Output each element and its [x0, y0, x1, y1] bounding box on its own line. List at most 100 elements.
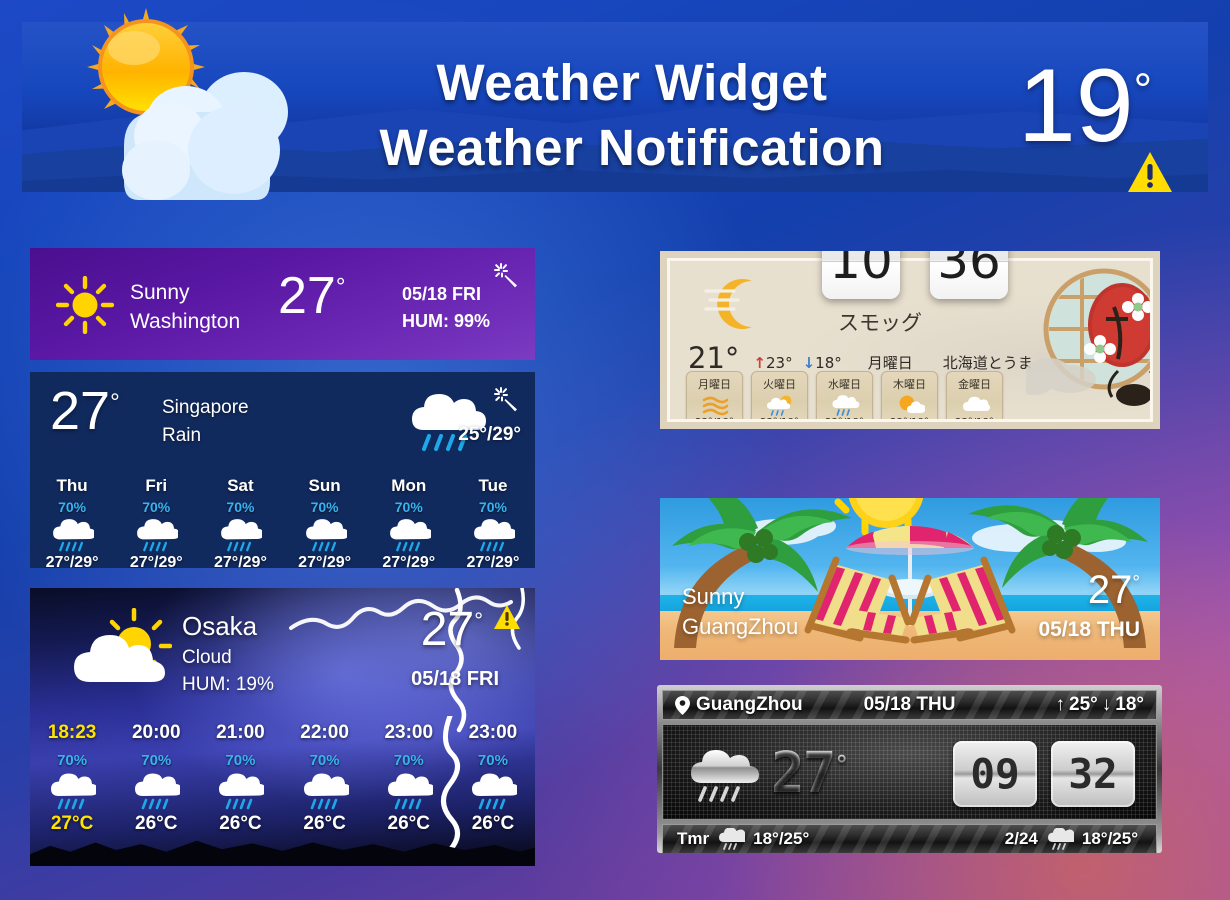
japan-inner-frame: スモッグ 21° ↑23° ↓18° 月曜日 北海道とうま 月曜日23°/18°… [667, 258, 1153, 422]
japan-forecast-card: 木曜日 23°/18° [881, 371, 938, 419]
japan-forecast-cards: 月曜日 23°/18° 火曜日 23°/18° 水曜日 23°/18° 木曜日 23°/18°… [686, 371, 1003, 419]
hourly-temp: 26°C [219, 813, 262, 834]
sun-rain-icon [765, 394, 795, 416]
washington-temperature: 27° [278, 267, 346, 325]
forecast-precip: 70% [142, 499, 171, 515]
japan-temperature: 21° [688, 341, 740, 375]
metal-top-bar: GuangZhou 05/18 THU ↑ 25° ↓ 18° [662, 690, 1157, 720]
japan-high: ↑23° [753, 354, 793, 372]
forecast-day-label: Sat [227, 476, 254, 495]
singapore-temperature: 27° [50, 381, 120, 441]
rain-cloud-icon [471, 773, 519, 810]
hourly-cell: 23:00 70% 26°C [451, 722, 535, 835]
washington-date: 05/18 FRI [402, 284, 482, 304]
forecast-day-label: Tue [478, 476, 508, 495]
rain-cloud-icon [53, 519, 96, 552]
widget-singapore[interactable]: 27° Singapore Rain 25°/29° Thu 70% 27°/29°… [30, 372, 535, 568]
hourly-precip: 70% [393, 752, 424, 769]
metal-low: 18° [1115, 694, 1144, 715]
header-temperature: 19° [1018, 54, 1152, 158]
japan-forecast-day: 月曜日 [698, 378, 731, 391]
rain-cloud-icon [385, 770, 435, 810]
metal-clock-hours[interactable]: 09 [953, 741, 1037, 807]
japan-forecast-day: 木曜日 [893, 378, 926, 391]
japan-forecast-temps: 23°/18° [687, 417, 742, 419]
hourly-cell: 22:00 70% 26°C [283, 722, 367, 835]
hourly-temp: 26°C [471, 813, 515, 834]
hourly-temp: 26°C [135, 813, 178, 834]
warning-triangle-icon [494, 605, 520, 629]
magic-wand-icon[interactable] [493, 262, 519, 288]
widget-washington[interactable]: Sunny Washington 27° 05/18 FRI HUM: 99% [30, 248, 535, 360]
hourly-time: 21:00 [216, 722, 265, 743]
forecast-day-cell: Tue 70% 27°/29° [451, 476, 535, 568]
sun-behind-cloud-icon [895, 394, 926, 416]
osaka-temperature: 27° [420, 603, 483, 656]
osaka-city: Osaka [182, 611, 258, 641]
metal-tomorrow-label: Tmr [677, 829, 710, 848]
hourly-cell: 23:00 70% 26°C [367, 722, 451, 835]
japan-clock-minutes[interactable]: 36 [930, 251, 1008, 299]
magic-wand-icon[interactable] [493, 386, 519, 412]
beach-city: GuangZhou [682, 614, 799, 639]
forecast-precip: 70% [58, 499, 87, 515]
rain-cloud-icon [469, 770, 519, 810]
washington-condition-block: Sunny Washington [130, 278, 240, 336]
hourly-cell: 20:00 70% 26°C [114, 722, 198, 835]
japan-forecast-temps: 23°/18° [817, 417, 872, 419]
hourly-temp: 26°C [303, 813, 346, 834]
osaka-hourly-row: 18:23 70% 27°C 20:00 70% 26°C 21:00 70% 26°C 22:0… [30, 722, 535, 835]
beach-temperature-value: 27 [1087, 568, 1133, 612]
japan-clock-hours[interactable]: 10 [822, 251, 900, 299]
beach-temperature: 27° [1087, 568, 1140, 612]
rain-cloud-icon [50, 516, 96, 552]
rain-cloud-icon [301, 770, 351, 810]
rain-cloud-icon [51, 773, 99, 810]
japan-forecast-card: 金曜日 23°/18° [946, 371, 1003, 419]
rain-cloud-icon [1047, 828, 1074, 850]
washington-humidity: HUM: 99% [402, 311, 491, 331]
forecast-day-cell: Thu 70% 27°/29° [30, 476, 114, 568]
widget-metal-clock[interactable]: GuangZhou 05/18 THU ↑ 25° ↓ 18° 27° 09 32 … [657, 685, 1162, 853]
rain-cloud-icon [389, 519, 433, 552]
rain-cloud-icon [303, 773, 351, 810]
hourly-time: 18:23 [47, 722, 97, 743]
forecast-day-label: Mon [391, 476, 427, 495]
japan-weekday: 月曜日 [867, 354, 913, 372]
japan-forecast-day: 水曜日 [828, 378, 861, 391]
japan-forecast-card: 水曜日 23°/18° [816, 371, 873, 419]
widget-japan[interactable]: スモッグ 21° ↑23° ↓18° 月曜日 北海道とうま 月曜日23°/18°… [660, 251, 1160, 429]
japan-forecast-temps: 23°/18° [752, 417, 807, 419]
metal-range: ↑ 25° ↓ 18° [1056, 694, 1144, 716]
haze-icon [700, 394, 730, 416]
rain-cloud-icon [137, 519, 180, 552]
widget-beach[interactable]: Sunny GuangZhou 27° 05/18 THU [660, 498, 1160, 660]
beach-condition: Sunny [682, 584, 745, 609]
metal-clock-minutes[interactable]: 32 [1051, 741, 1135, 807]
rain-cloud-icon [305, 519, 348, 552]
osaka-detail-block: Cloud HUM: 19% [182, 644, 274, 698]
washington-temperature-value: 27 [278, 267, 336, 325]
metal-high: 25° [1069, 694, 1098, 715]
rain-cloud-icon [830, 394, 860, 416]
metal-next-day: 2/24 18°/25° [1005, 828, 1138, 850]
metal-temperature-value: 27 [771, 741, 836, 806]
osaka-temperature-value: 27 [420, 603, 475, 656]
page-title: Weather Widget Weather Notification [322, 50, 942, 180]
japan-forecast-temps: 23°/18° [947, 417, 1002, 419]
japan-detail-line: 21° ↑23° ↓18° 月曜日 北海道とうま [688, 341, 1033, 375]
washington-meta: 05/18 FRI HUM: 99% [402, 281, 490, 335]
singapore-city-block: Singapore Rain [162, 394, 249, 450]
singapore-temp-range: 25°/29° [458, 424, 521, 445]
hourly-precip: 70% [477, 752, 508, 769]
hourly-temp: 26°C [387, 813, 430, 834]
widget-osaka[interactable]: Osaka Cloud HUM: 19% 27° 05/18 FRI 18:23… [30, 588, 535, 866]
osaka-humidity: HUM: 19% [182, 674, 274, 695]
forecast-temps: 27°/29° [45, 554, 99, 568]
forecast-temps: 27°/29° [129, 554, 183, 568]
forecast-precip: 70% [394, 499, 423, 515]
singapore-city: Singapore [162, 397, 249, 418]
rain-cloud-icon [474, 519, 517, 552]
metal-tomorrow: Tmr 18°/25° [677, 828, 809, 850]
singapore-forecast-row: Thu 70% 27°/29° Fri 70% 27°/29° Sat 70% 27°/29° S… [30, 476, 535, 568]
